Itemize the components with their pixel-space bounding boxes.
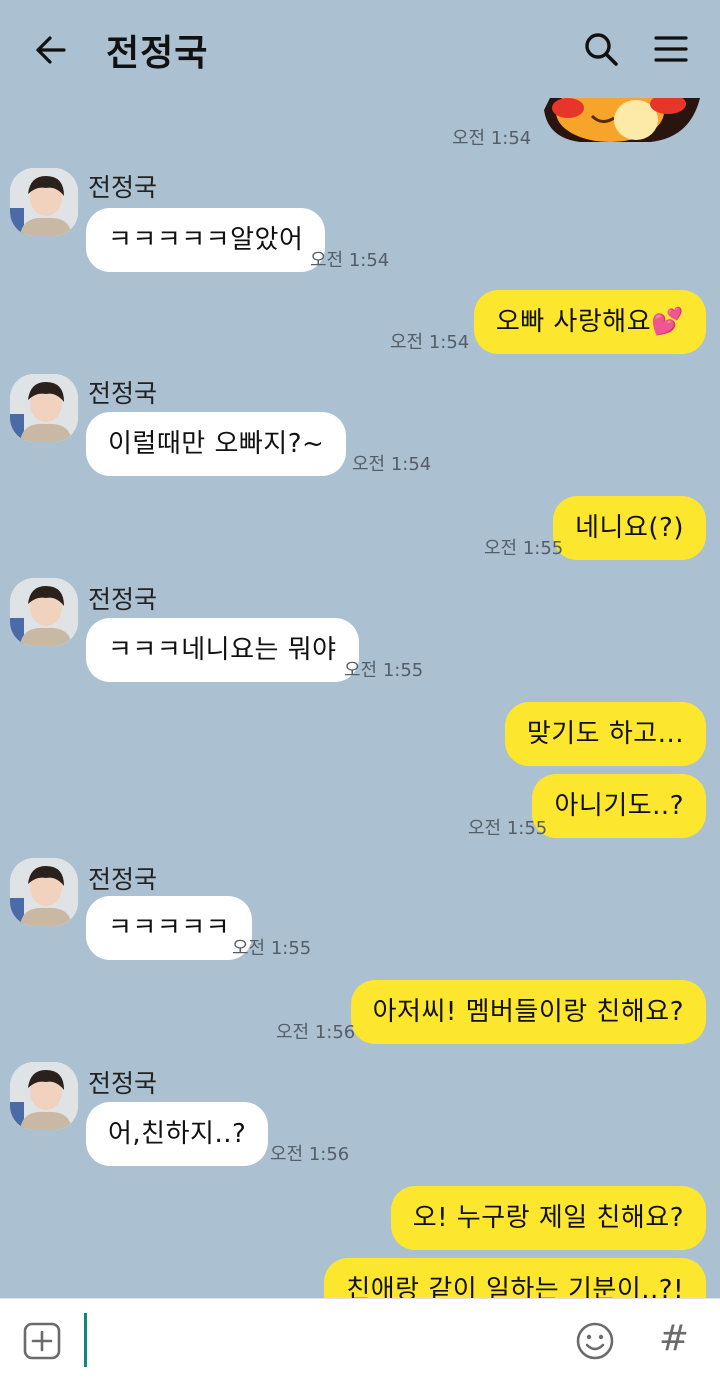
avatar[interactable] [10,1062,78,1130]
avatar[interactable] [10,858,78,926]
arrow-left-icon [36,36,66,64]
message-bubble[interactable]: 어,친하지..? [86,1102,269,1166]
message-bubble[interactable]: 오빠 사랑해요💕 [473,290,706,354]
chat-message-list[interactable]: 오전 1:54 전정국 ㅋㅋㅋㅋㅋ알았어 오전 1:54 오빠 사랑해요💕 오전… [0,0,720,1298]
message-time: 오전 1:55 [468,818,548,839]
sender-name: 전정국 [88,173,158,202]
message-bubble[interactable]: 네니요(?) [553,496,706,560]
message-bubble[interactable]: 친애랑 같이 일하는 기분이..?! [324,1258,706,1298]
search-button[interactable] [580,28,622,70]
message-bubble[interactable]: ㅋㅋㅋㅋㅋ알았어 [86,208,326,272]
emoji-button[interactable] [575,1321,615,1361]
chat-header: 전정국 [0,0,720,98]
message-time: 오전 1:55 [344,660,424,681]
message-time: 오전 1:55 [484,538,564,559]
message-bubble[interactable]: 아저씨! 멤버들이랑 친해요? [350,980,706,1044]
message-bubble[interactable]: 이럴때만 오빠지?~ [86,412,347,476]
message-time: 오전 1:54 [352,454,432,475]
message-time: 오전 1:55 [232,938,312,959]
sender-name: 전정국 [88,379,158,408]
search-icon [585,33,618,66]
sender-name: 전정국 [88,1069,158,1098]
hashtag-button[interactable]: # [656,1315,692,1363]
message-time: 오전 1:54 [310,250,390,271]
message-time: 오전 1:54 [390,332,470,353]
message-bubble[interactable]: ㅋㅋㅋㅋㅋ [86,896,253,960]
message-bubble[interactable]: 오! 누구랑 제일 친해요? [390,1186,706,1250]
avatar[interactable] [10,168,78,236]
text-caret [84,1313,87,1367]
back-button[interactable] [30,30,70,70]
avatar[interactable] [10,578,78,646]
attach-button[interactable] [22,1321,62,1361]
smiley-icon [576,1322,614,1360]
hamburger-menu-icon [654,36,688,62]
message-input[interactable] [82,1313,552,1367]
sender-name: 전정국 [88,865,158,894]
message-input-bar: # [0,1298,720,1382]
message-time: 오전 1:56 [276,1022,356,1043]
chat-title: 전정국 [106,33,209,74]
message-bubble[interactable]: 맞기도 하고... [504,702,706,766]
plus-square-icon [23,1322,61,1360]
message-time: 오전 1:56 [270,1144,350,1165]
menu-button[interactable] [650,28,692,70]
message-time: 오전 1:54 [452,128,532,149]
message-bubble[interactable]: 아니기도..? [532,774,706,838]
sender-name: 전정국 [88,585,158,614]
sticker-image[interactable] [540,98,704,144]
avatar[interactable] [10,374,78,442]
message-bubble[interactable]: ㅋㅋㅋ네니요는 뭐야 [86,618,359,682]
